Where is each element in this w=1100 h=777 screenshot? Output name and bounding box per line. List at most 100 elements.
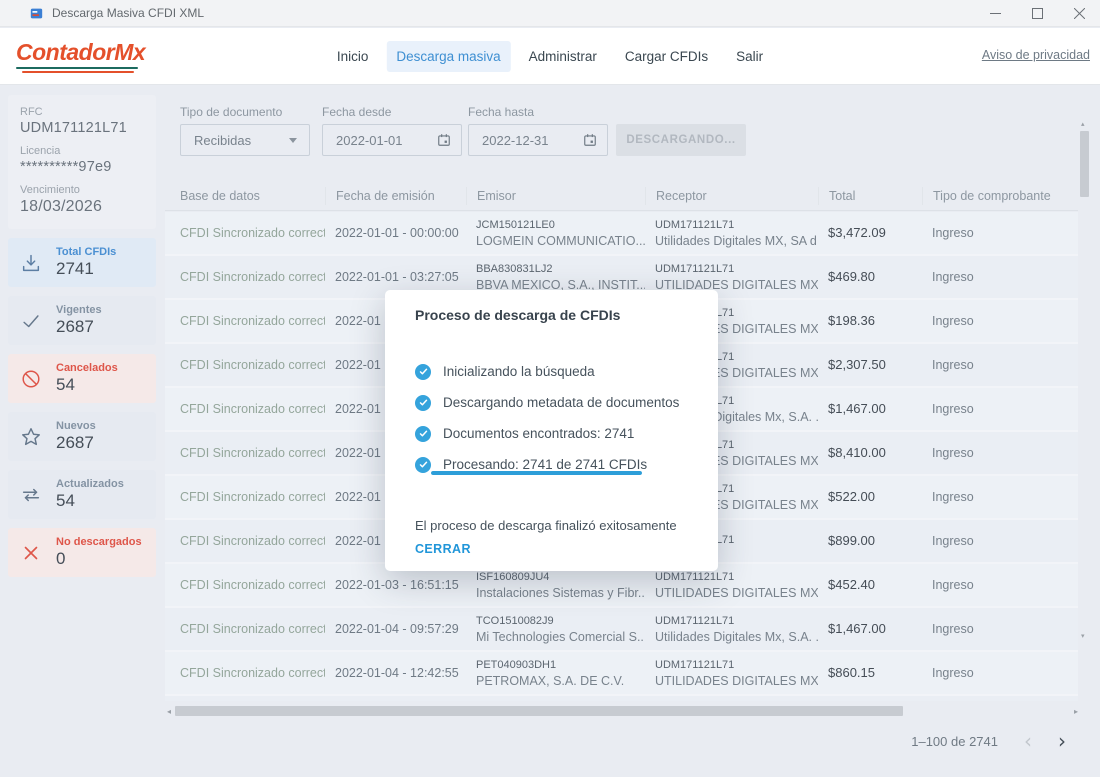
maximize-button[interactable]	[1016, 0, 1058, 26]
logo-underline-orange	[22, 71, 134, 73]
pagination: 1–100 de 2741 ‹ ›	[911, 733, 1066, 749]
table-row[interactable]: HOLG721119UQ7 UDM171121L71	[165, 696, 1078, 701]
cerrar-button[interactable]: CERRAR	[415, 542, 471, 556]
cell-total: $2,307.50	[818, 356, 922, 374]
vertical-scrollbar-thumb[interactable]	[1080, 131, 1089, 197]
column-tipo-comprobante[interactable]: Tipo de comprobante	[922, 187, 1078, 205]
scroll-right-icon[interactable]: ▸	[1074, 707, 1078, 716]
nav-item-salir[interactable]: Salir	[726, 41, 773, 72]
star-icon	[20, 426, 42, 448]
column-fecha-emision[interactable]: Fecha de emisión	[325, 187, 466, 205]
account-info-card: RFC UDM171121L71 Licencia **********97e9…	[8, 95, 156, 229]
table-row[interactable]: CFDI Sincronizado correcta... 2022-01-04…	[165, 608, 1078, 652]
stat-card-total-cfdis[interactable]: Total CFDIs 2741	[8, 238, 156, 287]
download-progress-dialog: Proceso de descarga de CFDIs Inicializan…	[385, 290, 718, 571]
table-row[interactable]: CFDI Sincronizado correcta... 2022-01-04…	[165, 652, 1078, 696]
date-from-label: Fecha desde	[322, 105, 391, 119]
cell-base-de-datos: CFDI Sincronizado correcta...	[165, 400, 325, 418]
cell-base-de-datos: CFDI Sincronizado correcta...	[165, 532, 325, 550]
cell-base-de-datos: CFDI Sincronizado correcta...	[165, 224, 325, 242]
dialog-result-message: El proceso de descarga finalizó exitosam…	[415, 518, 677, 533]
logo-underline-teal	[16, 67, 138, 69]
cell-total: $452.40	[818, 576, 922, 594]
cell-tipo-comprobante: Ingreso	[922, 356, 1078, 374]
check-circle-icon	[415, 364, 431, 380]
nav-item-cargar-cfdis[interactable]: Cargar CFDIs	[615, 41, 718, 72]
progress-step: Descargando metadata de documentos	[415, 387, 702, 418]
date-from-input[interactable]: 2022-01-01	[322, 124, 462, 156]
sidebar: RFC UDM171121L71 Licencia **********97e9…	[8, 95, 156, 577]
progress-bar	[431, 471, 642, 475]
cell-total: $3,472.09	[818, 224, 922, 242]
check-circle-icon	[415, 395, 431, 411]
pagination-range: 1–100 de 2741	[911, 734, 998, 749]
window-titlebar: Descarga Masiva CFDI XML	[0, 0, 1100, 27]
stat-card-nuevos[interactable]: Nuevos 2687	[8, 412, 156, 461]
next-page-button[interactable]: ›	[1058, 733, 1066, 749]
cell-total: $522.00	[818, 488, 922, 506]
cell-fecha-emision: 2022-01-01 - 00:00:00	[325, 224, 466, 242]
nav-item-descarga-masiva[interactable]: Descarga masiva	[386, 41, 510, 72]
cell-total: $1,467.00	[818, 620, 922, 638]
scroll-up-icon[interactable]: ▴	[1081, 120, 1085, 128]
cell-tipo-comprobante: Ingreso	[922, 576, 1078, 594]
download-icon	[20, 252, 42, 274]
check-icon	[20, 310, 42, 332]
download-button[interactable]: DESCARGANDO...	[616, 124, 746, 156]
chevron-down-icon	[289, 138, 297, 143]
cell-receptor: UDM171121L71Utilidades Digitales Mx, S.A…	[645, 615, 818, 644]
scroll-left-icon[interactable]: ◂	[167, 707, 171, 716]
cell-tipo-comprobante: Ingreso	[922, 664, 1078, 682]
cell-receptor: UDM171121L71UTILIDADES DIGITALES MX ...	[645, 263, 818, 292]
arrows-icon	[20, 484, 42, 506]
stat-card-cancelados[interactable]: Cancelados 54	[8, 354, 156, 403]
previous-page-button[interactable]: ‹	[1024, 733, 1032, 749]
cell-base-de-datos: CFDI Sincronizado correcta...	[165, 620, 325, 638]
close-button[interactable]	[1058, 0, 1100, 26]
rfc-label: RFC	[20, 106, 144, 118]
table-row[interactable]: CFDI Sincronizado correcta... 2022-01-01…	[165, 212, 1078, 256]
x-icon	[20, 542, 42, 564]
column-base-de-datos[interactable]: Base de datos	[165, 187, 325, 205]
progress-bar-fill	[431, 471, 642, 475]
progress-step: Documentos encontrados: 2741	[415, 418, 702, 449]
scroll-down-icon[interactable]: ▾	[1081, 632, 1085, 640]
cell-tipo-comprobante: Ingreso	[922, 620, 1078, 638]
app-icon	[30, 7, 43, 20]
app-header: ContadorMx InicioDescarga masiva Administ…	[0, 28, 1100, 85]
column-receptor[interactable]: Receptor	[645, 187, 818, 205]
cell-base-de-datos: CFDI Sincronizado correcta...	[165, 664, 325, 682]
doc-type-select[interactable]: Recibidas	[180, 124, 310, 156]
date-to-input[interactable]: 2022-12-31	[468, 124, 608, 156]
column-emisor[interactable]: Emisor	[466, 187, 645, 205]
column-total[interactable]: Total	[818, 187, 922, 205]
nav-item-inicio[interactable]: Inicio	[327, 41, 379, 72]
horizontal-scrollbar[interactable]: ◂ ▸	[167, 705, 1078, 717]
nav-item-administrar[interactable]: Administrar	[519, 41, 607, 72]
minimize-button[interactable]	[974, 0, 1016, 26]
ban-icon	[20, 368, 42, 390]
cell-tipo-comprobante: Ingreso	[922, 532, 1078, 550]
stat-card-vigentes[interactable]: Vigentes 2687	[8, 296, 156, 345]
expiry-label: Vencimiento	[20, 184, 144, 196]
cell-total: $1,467.00	[818, 400, 922, 418]
privacy-link[interactable]: Aviso de privacidad	[982, 48, 1090, 62]
cell-tipo-comprobante: Ingreso	[922, 488, 1078, 506]
cell-total: $860.15	[818, 664, 922, 682]
cell-fecha-emision: 2022-01-03 - 16:51:15	[325, 576, 466, 594]
cell-total: $198.36	[818, 312, 922, 330]
stat-card-no-descargados[interactable]: No descargados 0	[8, 528, 156, 577]
cell-emisor: BBA830831LJ2BBVA MEXICO, S.A., INSTIT...	[466, 263, 645, 292]
horizontal-scrollbar-thumb[interactable]	[175, 706, 903, 716]
cell-emisor: ISF160809JU4Instalaciones Sistemas y Fib…	[466, 571, 645, 600]
vertical-scrollbar[interactable]: ▴ ▾	[1078, 120, 1092, 702]
cell-base-de-datos: CFDI Sincronizado correcta...	[165, 356, 325, 374]
stat-card-actualizados[interactable]: Actualizados 54	[8, 470, 156, 519]
cell-fecha-emision: 2022-01-04 - 12:42:55	[325, 664, 466, 682]
main-nav: InicioDescarga masiva Administrar Cargar C…	[327, 28, 773, 85]
logo-text: ContadorMx	[16, 39, 145, 66]
cell-emisor: TCO1510082J9Mi Technologies Comercial S.…	[466, 615, 645, 644]
check-circle-icon	[415, 457, 431, 473]
cell-base-de-datos: CFDI Sincronizado correcta...	[165, 312, 325, 330]
cell-base-de-datos: CFDI Sincronizado correcta...	[165, 444, 325, 462]
